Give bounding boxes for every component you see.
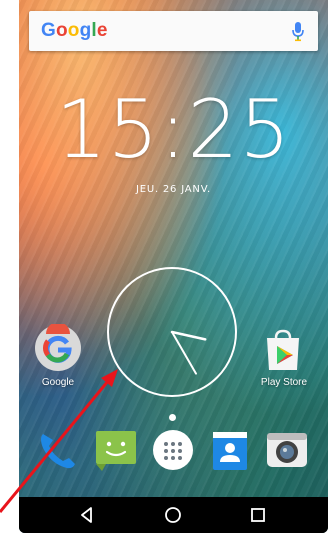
contacts-icon[interactable] xyxy=(208,428,252,472)
hour-hand xyxy=(170,330,207,341)
clock-date: JEU. 26 JANV. xyxy=(135,184,212,195)
microphone-icon[interactable] xyxy=(290,21,306,43)
minute-hand xyxy=(171,331,197,375)
annotation-arrow xyxy=(0,369,118,513)
play-store-label[interactable]: Play Store xyxy=(251,377,317,388)
recents-icon[interactable] xyxy=(248,505,268,525)
google-logo: Google xyxy=(41,20,108,41)
google-search-bar[interactable]: Google xyxy=(29,11,318,51)
camera-icon[interactable] xyxy=(265,428,309,472)
app-drawer-icon[interactable] xyxy=(151,428,195,472)
home-icon[interactable] xyxy=(163,505,183,525)
clock-time[interactable]: 15:25 xyxy=(19,90,328,170)
page-indicator-dot xyxy=(169,414,176,421)
play-store-icon[interactable] xyxy=(261,328,305,372)
